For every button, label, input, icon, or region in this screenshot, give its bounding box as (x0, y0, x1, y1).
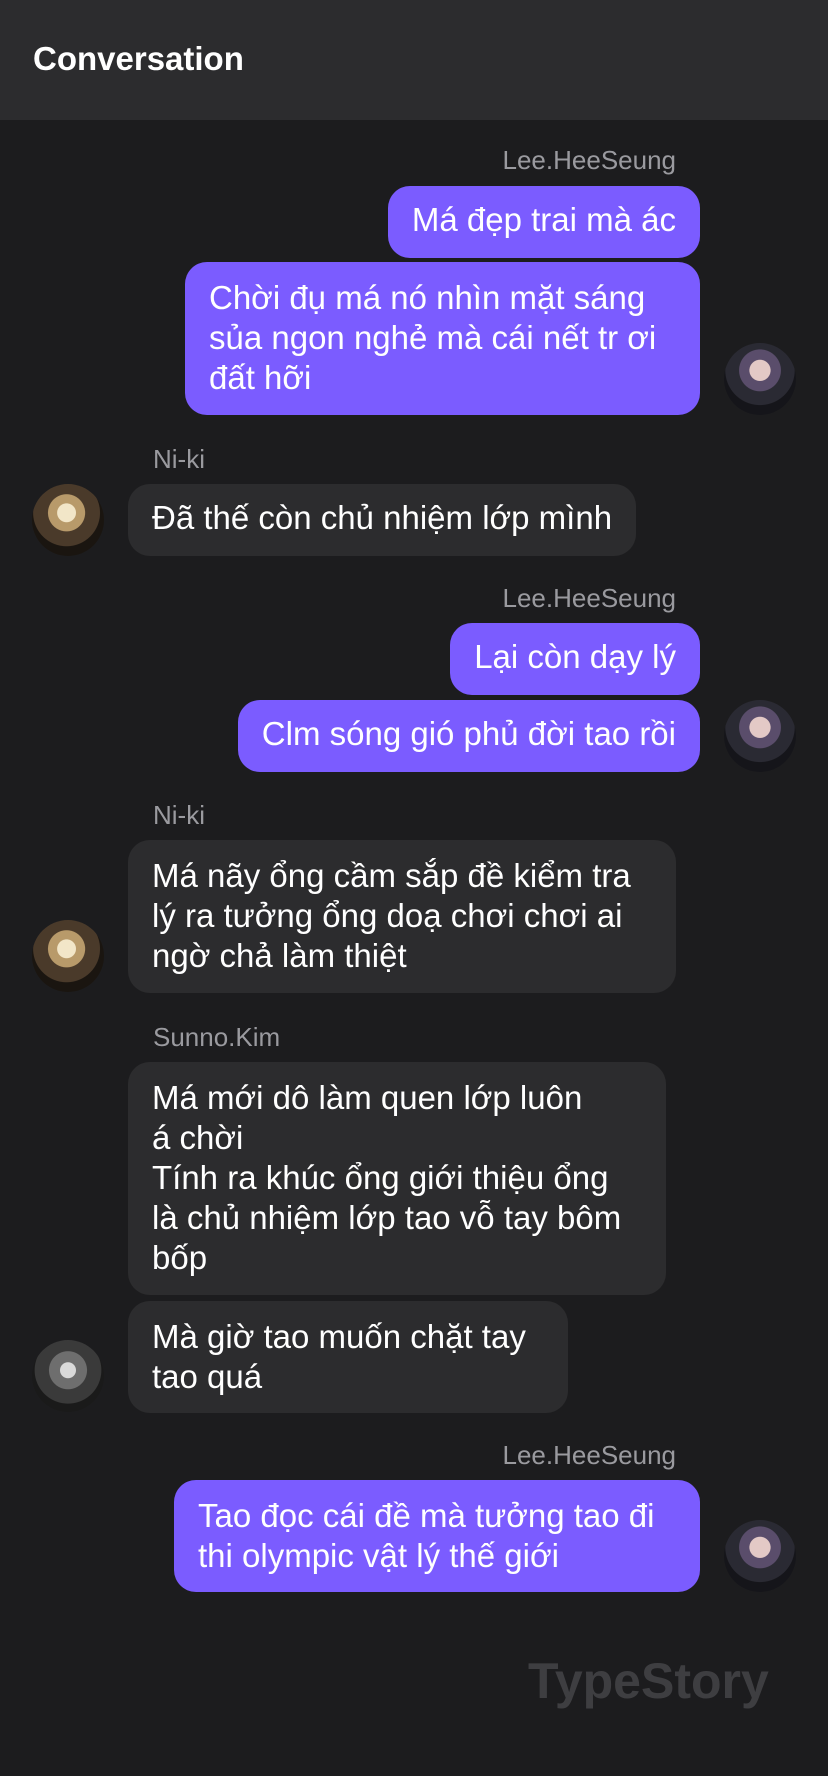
top-bar: Conversation (0, 0, 828, 120)
sender-name: Lee.HeeSeung (502, 1440, 676, 1470)
avatar[interactable] (724, 700, 796, 772)
message-line: Clm sóng gió phủ đời tao rồi (261, 715, 676, 752)
message-bubble[interactable]: Má nãy ổng cầm sắp đề kiểm tra lý ra tưở… (128, 840, 676, 993)
avatar[interactable] (724, 343, 796, 415)
message-line: đất hỡi (209, 359, 312, 396)
message-line: Má mới dô làm quen lớp luôn (152, 1079, 583, 1116)
message-bubble[interactable]: Lại còn dạy lý (450, 623, 700, 695)
message-line: Má nãy ổng cầm sắp đề kiểm tra (152, 857, 631, 894)
message-line: Lại còn dạy lý (474, 638, 676, 675)
message-bubble[interactable]: Tao đọc cái đề mà tưởng tao đi thi olymp… (174, 1480, 700, 1592)
message-line: ngờ chả làm thiệt (152, 937, 407, 974)
message-line: bốp (152, 1239, 208, 1276)
message-line: á chời (152, 1119, 244, 1156)
message-line: thi olympic vật lý thế giới (198, 1537, 559, 1574)
sender-name: Ni-ki (153, 800, 205, 830)
message-line: Chời đụ má nó nhìn mặt sáng (209, 279, 646, 316)
message-bubble[interactable]: Chời đụ má nó nhìn mặt sáng sủa ngon ngh… (185, 262, 700, 415)
message-line: lý ra tưởng ổng doạ chơi chơi ai (152, 897, 623, 934)
watermark: TypeStory (528, 1653, 769, 1709)
message-line: Mà giờ tao muốn chặt tay (152, 1318, 526, 1355)
message-bubble[interactable]: Má mới dô làm quen lớp luôn á chời Tính … (128, 1062, 666, 1295)
avatar[interactable] (32, 484, 104, 556)
sender-name: Sunno.Kim (153, 1022, 281, 1052)
message-bubble[interactable]: Má đẹp trai mà ác (387, 186, 700, 258)
avatar[interactable] (724, 1520, 796, 1592)
message-line: tao quá (152, 1358, 263, 1395)
message-line: Đã thế còn chủ nhiệm lớp mình (152, 499, 613, 536)
message-line: sủa ngon nghẻ mà cái nết tr ơi (209, 319, 657, 356)
sender-name: Lee.HeeSeung (502, 583, 676, 613)
message-line: Tính ra khúc ổng giới thiệu ổng (152, 1159, 609, 1196)
sender-name: Ni-ki (153, 444, 205, 474)
message-bubble[interactable]: Đã thế còn chủ nhiệm lớp mình (128, 484, 637, 556)
message-bubble[interactable]: Clm sóng gió phủ đời tao rồi (237, 700, 700, 772)
avatar[interactable] (32, 920, 104, 992)
avatar[interactable] (32, 1340, 104, 1412)
message-line: Má đẹp trai mà ác (411, 201, 676, 238)
message-bubble[interactable]: Mà giờ tao muốn chặt tay tao quá (128, 1301, 568, 1413)
message-line: là chủ nhiệm lớp tao vỗ tay bôm (152, 1199, 622, 1236)
page-title: Conversation (33, 40, 244, 77)
sender-name: Lee.HeeSeung (502, 145, 676, 175)
message-line: Tao đọc cái đề mà tưởng tao đi (198, 1497, 655, 1534)
